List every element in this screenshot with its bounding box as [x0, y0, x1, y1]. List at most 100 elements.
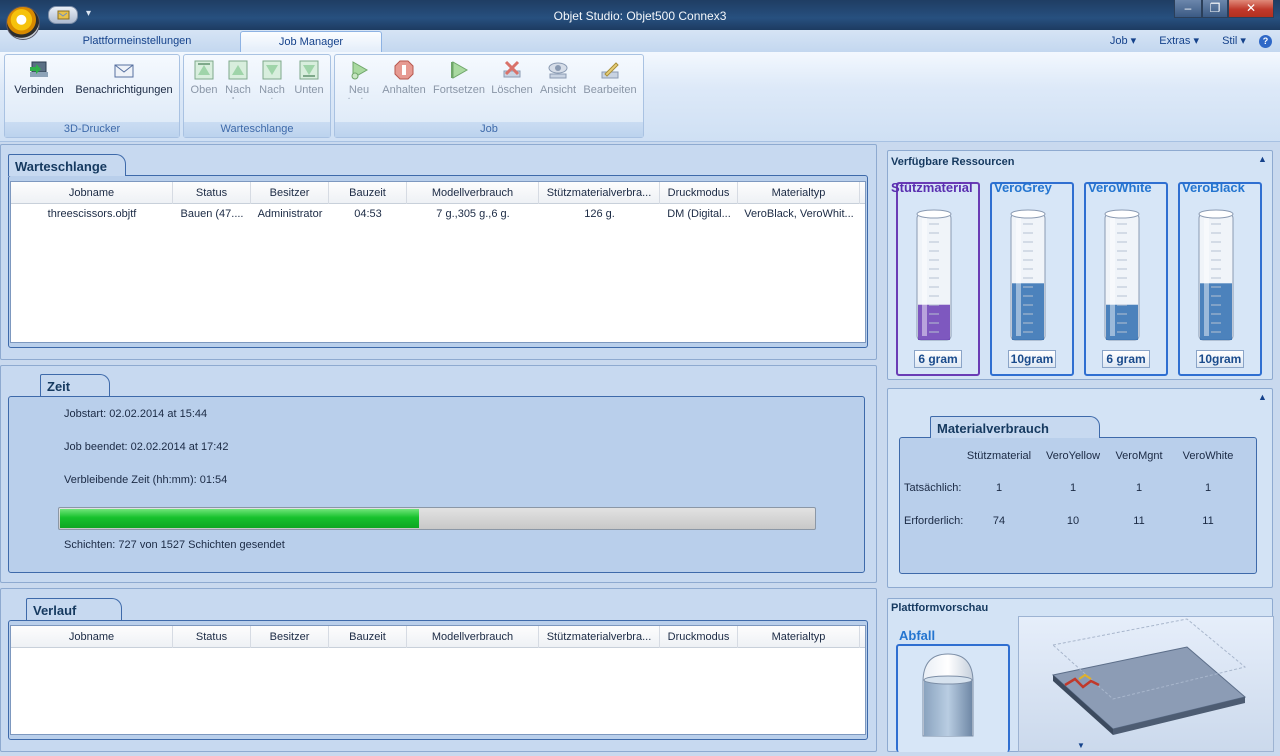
group-warteschlange: Oben Nach oben Nach unten Unten Wartesch… — [183, 54, 331, 138]
consumption-col: VeroMgnt — [1115, 450, 1163, 462]
col-materialtyp[interactable]: Materialtyp — [738, 182, 860, 204]
minimize-button[interactable]: – — [1174, 0, 1202, 18]
cell-stuetzmaterial: 126 g. — [584, 208, 615, 220]
move-up-icon — [228, 60, 248, 80]
move-bottom-icon — [299, 60, 319, 80]
stop-button[interactable]: Anhalten — [379, 59, 429, 96]
layer-progress-fill — [60, 509, 419, 528]
notifications-label: Benachrichtigungen — [75, 84, 173, 96]
cell-bauzeit: 04:53 — [354, 208, 382, 220]
quick-access-toolbar[interactable] — [48, 6, 78, 24]
menu-stil[interactable]: Stil ▾ — [1212, 35, 1246, 47]
cell-besitzer: Administrator — [257, 208, 323, 220]
hcol-stuetzmaterial[interactable]: Stützmaterialverbra... — [539, 626, 660, 648]
hcol-besitzer[interactable]: Besitzer — [251, 626, 329, 648]
tab-plattformeinstellungen[interactable]: Plattformeinstellungen — [62, 31, 212, 52]
consumption-title: Materialverbrauch — [930, 416, 1100, 438]
resource-amount: 10gram — [1008, 350, 1056, 368]
consumption-value: 1 — [1204, 482, 1212, 494]
resource-name: VeroBlack — [1182, 180, 1245, 195]
col-besitzer[interactable]: Besitzer — [251, 182, 329, 204]
hcol-modellverbrauch[interactable]: Modellverbrauch — [407, 626, 539, 648]
hcol-druckmodus[interactable]: Druckmodus — [660, 626, 738, 648]
material-tube-icon — [1104, 209, 1140, 341]
resume-button[interactable]: Fortsetzen — [431, 59, 487, 96]
envelope-icon — [114, 64, 134, 78]
connect-button[interactable]: Verbinden — [9, 59, 69, 96]
platform-preview-view[interactable] — [1018, 616, 1274, 752]
menu-stil-label: Stil — [1222, 35, 1238, 47]
tube-rim — [916, 209, 952, 219]
move-down-button[interactable]: Nach unten — [254, 59, 290, 99]
collapse-icon[interactable]: ▲ — [1258, 392, 1267, 402]
view-button[interactable]: Ansicht — [535, 59, 581, 96]
waste-label: Abfall — [899, 628, 936, 643]
tab-job-manager[interactable]: Job Manager — [240, 31, 382, 52]
cell-druckmodus: DM (Digital... — [667, 208, 731, 220]
group-job: Neu starten Anhalten Fortsetzen Löschen … — [334, 54, 644, 138]
group-label-3d-drucker: 3D-Drucker — [5, 122, 179, 137]
history-title: Verlauf — [26, 598, 122, 620]
queue-title: Warteschlange — [8, 154, 126, 176]
cell-modellverbrauch: 7 g.,305 g.,6 g. — [436, 208, 510, 220]
tube-shine — [1204, 218, 1209, 336]
help-icon[interactable]: ? — [1259, 35, 1272, 48]
col-stuetzmaterial[interactable]: Stützmaterialverbra... — [539, 182, 660, 204]
queue-table-header: Jobname Status Besitzer Bauzeit Modellve… — [11, 182, 865, 204]
resume-label: Fortsetzen — [433, 84, 485, 96]
tube-shine — [1110, 218, 1115, 336]
jobstart-text: Jobstart: 02.02.2014 at 15:44 — [64, 408, 208, 420]
connect-label: Verbinden — [14, 84, 64, 96]
delete-icon — [503, 60, 521, 78]
close-button[interactable]: ✕ — [1228, 0, 1274, 18]
history-table[interactable]: Jobname Status Besitzer Bauzeit Modellve… — [10, 625, 866, 735]
resource-name: Stützmaterial — [891, 180, 973, 195]
edit-button[interactable]: Bearbeiten — [581, 59, 639, 96]
notifications-button[interactable]: Benachrichtigungen — [69, 59, 179, 96]
group-label-job: Job — [335, 122, 643, 137]
tube-shine — [922, 218, 927, 336]
scroll-down-icon[interactable]: ▼ — [1077, 741, 1085, 750]
delete-button[interactable]: Löschen — [489, 59, 535, 96]
tube-rim — [1010, 209, 1046, 219]
consumption-col: VeroYellow — [1045, 450, 1101, 462]
hcol-jobname[interactable]: Jobname — [11, 626, 173, 648]
consumption-value: 10 — [1066, 515, 1080, 527]
maximize-button[interactable]: ❐ — [1202, 0, 1228, 18]
hcol-materialtyp[interactable]: Materialtyp — [738, 626, 860, 648]
material-tube-icon — [916, 209, 952, 341]
stop-icon — [394, 60, 414, 80]
col-druckmodus[interactable]: Druckmodus — [660, 182, 738, 204]
folder-icon[interactable] — [49, 7, 77, 23]
resource-name: VeroWhite — [1088, 180, 1152, 195]
col-modellverbrauch[interactable]: Modellverbrauch — [407, 182, 539, 204]
hcol-status[interactable]: Status — [173, 626, 251, 648]
restart-button[interactable]: Neu starten — [339, 59, 379, 99]
queue-table[interactable]: Jobname Status Besitzer Bauzeit Modellve… — [10, 181, 866, 343]
edit-label: Bearbeiten — [583, 84, 637, 96]
connect-icon — [30, 61, 48, 77]
menu-extras[interactable]: Extras ▾ — [1149, 35, 1199, 47]
remaining-time-text: Verbleibende Zeit (hh:mm): 01:54 — [64, 474, 228, 486]
restart-icon — [351, 61, 369, 80]
move-up-button[interactable]: Nach oben — [220, 59, 256, 99]
consumption-value: 11 — [1202, 515, 1214, 527]
menu-job[interactable]: Job ▾ — [1100, 35, 1136, 47]
customize-qat-icon[interactable]: ▾ — [86, 8, 91, 19]
col-status[interactable]: Status — [173, 182, 251, 204]
move-top-button[interactable]: Oben — [186, 59, 222, 96]
move-down-icon — [262, 60, 282, 80]
consumption-col: VeroWhite — [1182, 450, 1234, 462]
resource-amount: 10gram — [1196, 350, 1244, 368]
hcol-bauzeit[interactable]: Bauzeit — [329, 626, 407, 648]
move-top-icon — [194, 60, 214, 80]
col-bauzeit[interactable]: Bauzeit — [329, 182, 407, 204]
collapse-icon[interactable]: ▲ — [1258, 154, 1267, 164]
col-jobname[interactable]: Jobname — [11, 182, 173, 204]
ribbon: Verbinden Benachrichtigungen 3D-Drucker … — [0, 52, 1280, 142]
resources-title: Verfügbare Ressourcen — [891, 156, 1015, 168]
group-label-warteschlange: Warteschlange — [184, 122, 330, 137]
tube-shine — [1016, 218, 1021, 336]
application-menu-button[interactable] — [6, 6, 40, 40]
move-bottom-button[interactable]: Unten — [290, 59, 328, 96]
